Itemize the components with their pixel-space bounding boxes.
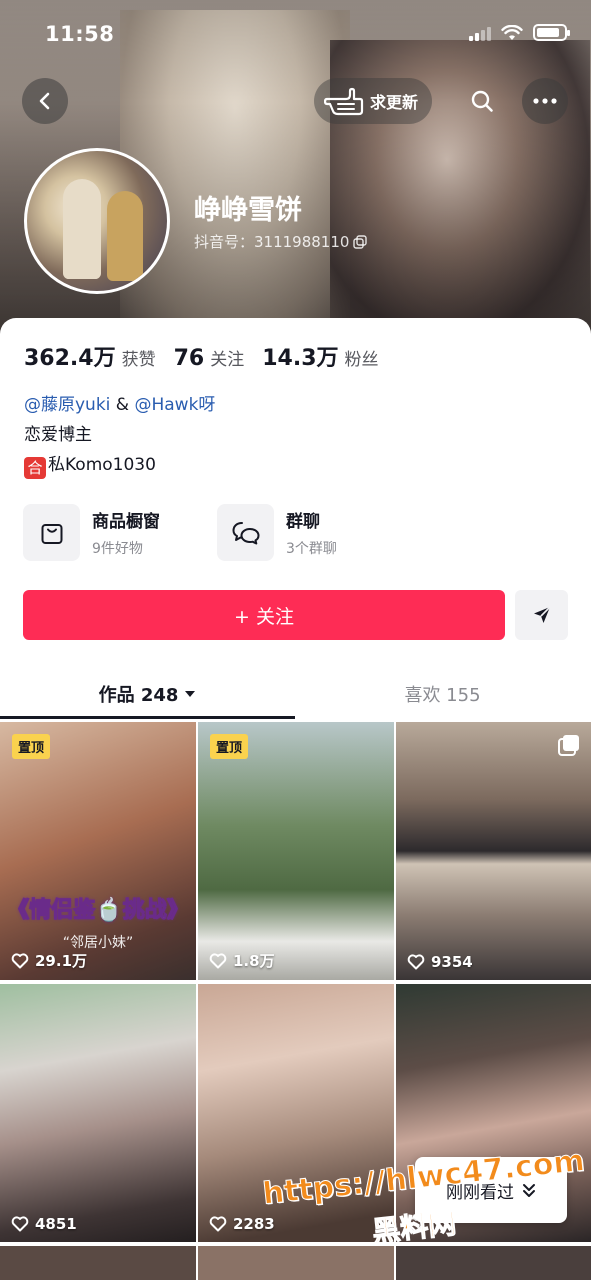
collab-badge-icon: 合 [24, 457, 46, 479]
signal-icon [469, 25, 491, 41]
search-icon [471, 90, 493, 112]
video-tile[interactable] [198, 1246, 394, 1280]
pinned-badge: 置顶 [210, 734, 249, 759]
stat-likes[interactable]: 362.4万 获赞 [24, 340, 156, 372]
video-tile[interactable]: 4851 [0, 984, 196, 1242]
stat-followers-label: 粉丝 [344, 350, 379, 370]
stat-following-label: 关注 [210, 350, 245, 370]
video-caption: 《情侣鉴🍵挑战》 [7, 898, 189, 924]
stat-following-value: 76 [173, 346, 205, 371]
battery-icon [533, 24, 570, 41]
more-button[interactable] [522, 78, 568, 124]
video-tile[interactable] [0, 1246, 196, 1280]
mention-link-2[interactable]: @Hawk呀 [134, 395, 215, 415]
video-tile[interactable]: 9354 [396, 722, 591, 980]
bio: @藤原yuki & @Hawk呀 恋爱博主 合私Komo1030 [24, 390, 215, 480]
tab-likes-label: 喜欢 155 [404, 685, 481, 706]
douyin-id[interactable]: 抖音号：3111988110 [194, 231, 368, 252]
shopping-bag-icon [23, 504, 80, 561]
share-button[interactable] [515, 590, 568, 640]
follow-button[interactable]: + 关注 [23, 590, 505, 640]
wifi-icon [501, 24, 523, 40]
status-icons [469, 24, 570, 41]
copy-icon [353, 234, 368, 249]
bio-line-mentions: @藤原yuki & @Hawk呀 [24, 390, 215, 420]
stat-likes-value: 362.4万 [24, 346, 116, 371]
douyin-id-text: 抖音号：3111988110 [194, 233, 350, 251]
video-likes-count: 29.1万 [35, 952, 88, 970]
bio-line-3: 合私Komo1030 [24, 450, 215, 480]
stat-followers[interactable]: 14.3万 粉丝 [262, 340, 378, 372]
follow-button-label: + 关注 [234, 605, 294, 628]
status-time: 11:58 [45, 22, 115, 46]
chevron-left-icon [39, 92, 50, 110]
stat-following[interactable]: 76 关注 [174, 345, 245, 371]
status-bar: 11:58 [0, 0, 591, 70]
video-tile[interactable]: 置顶 《情侣鉴🍵挑战》 “邻居小妹” 29.1万 [0, 722, 196, 980]
more-dots-icon [533, 98, 557, 104]
video-likes: 2283 [209, 1215, 275, 1233]
video-likes: 1.8万 [209, 950, 275, 971]
shop-window-subtitle: 9件好物 [92, 541, 143, 557]
chat-bubbles-icon [217, 504, 274, 561]
search-button[interactable] [459, 78, 505, 124]
group-chat-title: 群聊 [286, 512, 320, 532]
back-button[interactable] [22, 78, 68, 124]
heart-outline-icon [11, 1216, 29, 1232]
caret-down-icon [185, 691, 196, 697]
multi-image-icon [558, 735, 579, 756]
video-likes-count: 2283 [233, 1215, 275, 1233]
group-chat-entry[interactable]: 群聊 3个群聊 [217, 504, 337, 561]
heart-outline-icon [11, 952, 29, 968]
heart-outline-icon [209, 952, 227, 968]
heart-outline-icon [407, 954, 425, 970]
shop-window-title: 商品橱窗 [92, 512, 160, 532]
tab-works[interactable]: 作品 248 [0, 668, 295, 720]
avatar[interactable] [24, 148, 170, 294]
pinned-badge: 置顶 [12, 734, 51, 759]
send-arrow-icon [533, 606, 551, 623]
request-update-button[interactable]: 求更新 [314, 78, 433, 124]
group-chat-subtitle: 3个群聊 [286, 541, 337, 557]
bio-line-3-text: 私Komo1030 [48, 455, 156, 475]
pointing-hand-icon [324, 87, 364, 116]
video-subcaption: “邻居小妹” [62, 935, 134, 951]
tab-works-label: 作品 248 [98, 685, 179, 706]
video-tile[interactable]: 置顶 1.8万 [198, 722, 394, 980]
bio-separator: & [110, 395, 135, 415]
stat-likes-label: 获赞 [121, 350, 156, 370]
shop-window-entry[interactable]: 商品橱窗 9件好物 [23, 504, 160, 561]
video-tile[interactable] [396, 1246, 591, 1280]
video-likes-count: 4851 [35, 1215, 77, 1233]
avatar-figure-2 [107, 191, 143, 281]
content-tabs: 作品 248 喜欢 155 [0, 668, 591, 720]
stats-row: 362.4万 获赞 76 关注 14.3万 粉丝 [24, 340, 379, 372]
profile-card: 362.4万 获赞 76 关注 14.3万 粉丝 @藤原yuki & @Hawk… [0, 318, 591, 1280]
video-likes: 4851 [11, 1215, 77, 1233]
stat-followers-value: 14.3万 [262, 346, 339, 371]
video-likes: 9354 [407, 953, 473, 971]
video-likes-count: 1.8万 [233, 952, 275, 970]
username: 峥峥雪饼 [194, 195, 302, 226]
video-likes-count: 9354 [431, 953, 473, 971]
heart-outline-icon [209, 1216, 227, 1232]
tab-likes[interactable]: 喜欢 155 [295, 668, 590, 720]
tab-active-indicator [0, 716, 295, 719]
video-likes: 29.1万 [11, 950, 87, 971]
avatar-figure-1 [63, 179, 101, 279]
mention-link-1[interactable]: @藤原yuki [24, 395, 110, 415]
request-update-label: 求更新 [370, 93, 419, 112]
bio-line-2: 恋爱博主 [24, 425, 92, 445]
